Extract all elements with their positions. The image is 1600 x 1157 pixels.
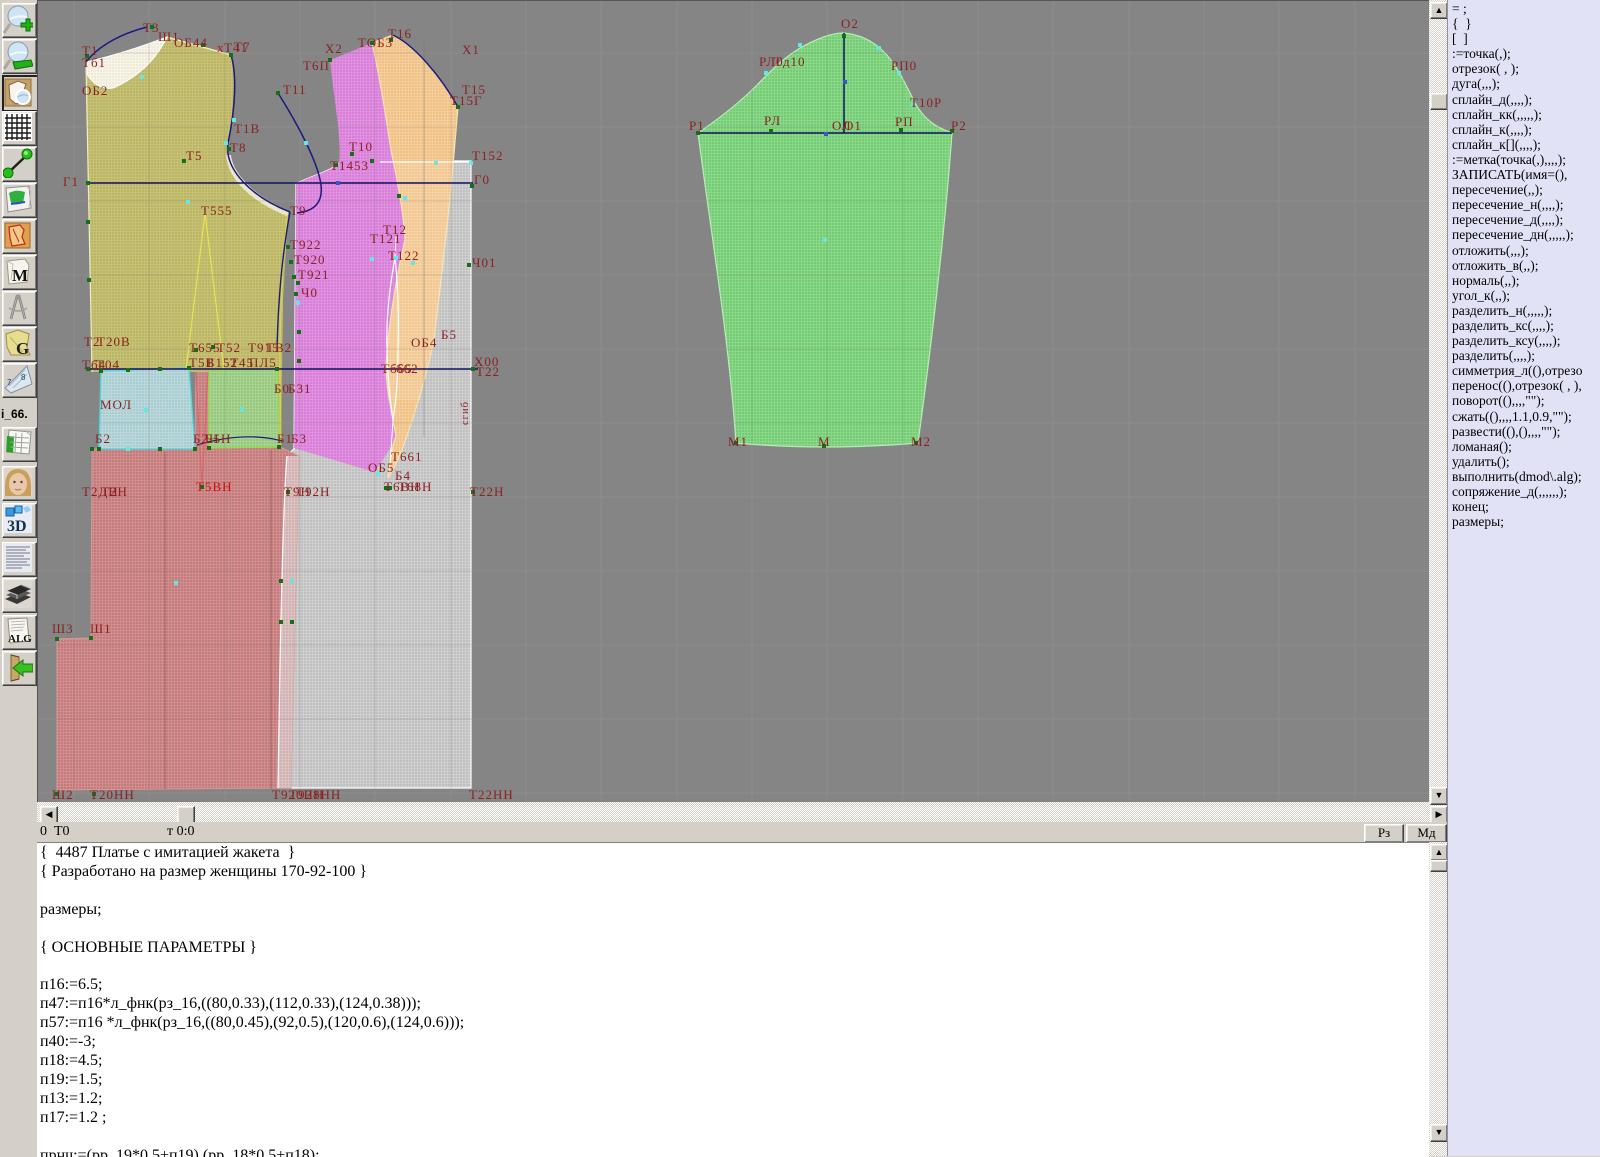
svg-text:Г1: Г1 [63, 174, 79, 189]
svg-text:РП0: РП0 [891, 58, 917, 73]
svg-text:M: M [12, 266, 28, 285]
svg-text:ALG: ALG [8, 633, 32, 645]
svg-text:Т6П: Т6П [303, 58, 330, 73]
svg-text:Т152: Т152 [472, 148, 503, 163]
svg-text:Т2Н: Т2Н [101, 484, 128, 499]
svg-text:Т5: Т5 [186, 148, 202, 163]
svg-text:Т20В: Т20В [97, 334, 131, 349]
svg-text:Т921: Т921 [298, 267, 329, 282]
svg-text:Г0: Г0 [474, 172, 490, 187]
svg-text:М1: М1 [728, 434, 748, 449]
svg-text:Т8: Т8 [230, 140, 246, 155]
svg-text:Т52: Т52 [217, 340, 241, 355]
svg-text:G: G [16, 339, 29, 358]
svg-text:Ш2: Ш2 [52, 787, 74, 802]
svg-text:Х2: Х2 [325, 41, 343, 56]
svg-text:Тд10: Тд10 [774, 54, 806, 69]
svg-text:МОЛ: МОЛ [100, 397, 132, 412]
svg-text:Т68Н: Т68Н [398, 479, 432, 494]
svg-text:РП: РП [895, 114, 914, 129]
svg-text:Б3: Б3 [291, 431, 307, 446]
svg-text:Т1453: Т1453 [330, 158, 369, 173]
svg-text:Т5ВН: Т5ВН [196, 479, 233, 494]
svg-text:Т3: Т3 [143, 20, 159, 35]
svg-text:Т661: Т661 [391, 449, 422, 464]
svg-text:8: 8 [21, 373, 26, 382]
svg-text:ОБ2: ОБ2 [82, 83, 108, 98]
svg-text:ОБ44: ОБ44 [174, 35, 208, 50]
svg-text:Ч01: Ч01 [472, 255, 496, 270]
svg-text:Т22: Т22 [476, 364, 500, 379]
svg-text:Б31: Б31 [288, 381, 311, 396]
svg-text:ТВ2: ТВ2 [266, 340, 292, 355]
svg-text:Т655: Т655 [189, 340, 220, 355]
svg-text:б62: б62 [396, 361, 419, 376]
svg-text:Б2: Б2 [95, 431, 111, 446]
svg-text:Т7: Т7 [234, 39, 250, 54]
svg-text:Т920: Т920 [294, 252, 325, 267]
svg-text:Т922: Т922 [290, 237, 321, 252]
svg-text:О1: О1 [844, 118, 862, 133]
svg-text:Т10Р: Т10Р [910, 95, 942, 110]
svg-text:ПЛ5: ПЛ5 [249, 355, 277, 370]
svg-text:Т16: Т16 [388, 26, 412, 41]
svg-text:Т22Н: Т22Н [470, 484, 504, 499]
svg-text:Р2: Р2 [951, 118, 967, 133]
svg-text:сгиб: сгиб [460, 401, 471, 425]
svg-text:РЛ: РЛ [764, 113, 781, 128]
svg-text:Т9: Т9 [290, 203, 306, 218]
svg-text:ОБ4: ОБ4 [411, 335, 437, 350]
svg-text:Т11: Т11 [283, 82, 306, 97]
svg-text:Т1В: Т1В [234, 121, 260, 136]
svg-text:Б5Н: Б5Н [205, 431, 231, 446]
svg-text:Т15Г: Т15Г [450, 93, 482, 108]
svg-text:Т10: Т10 [349, 139, 373, 154]
svg-text:Т20НН: Т20НН [90, 787, 135, 802]
svg-text:7: 7 [7, 378, 12, 387]
svg-text:Ш1: Ш1 [90, 621, 112, 636]
svg-text:Х1: Х1 [462, 42, 480, 57]
svg-text:Т92Н: Т92Н [296, 484, 330, 499]
svg-text:Б5: Б5 [441, 327, 457, 342]
svg-text:Ч0: Ч0 [301, 285, 318, 300]
svg-text:Т928НН: Т928НН [289, 787, 341, 802]
svg-text:Р1: Р1 [689, 118, 705, 133]
svg-text:М: М [818, 434, 831, 449]
svg-text:Т22НН: Т22НН [469, 787, 514, 802]
svg-text:О2: О2 [841, 16, 859, 31]
svg-text:Т121: Т121 [370, 231, 401, 246]
svg-text:Т04: Т04 [96, 357, 120, 372]
svg-text:Тб1: Тб1 [82, 55, 106, 70]
svg-text:Ш3: Ш3 [52, 621, 74, 636]
svg-text:Т555: Т555 [201, 203, 232, 218]
svg-text:М2: М2 [911, 434, 931, 449]
svg-text:Т122: Т122 [388, 248, 419, 263]
svg-text:3D: 3D [7, 518, 27, 534]
